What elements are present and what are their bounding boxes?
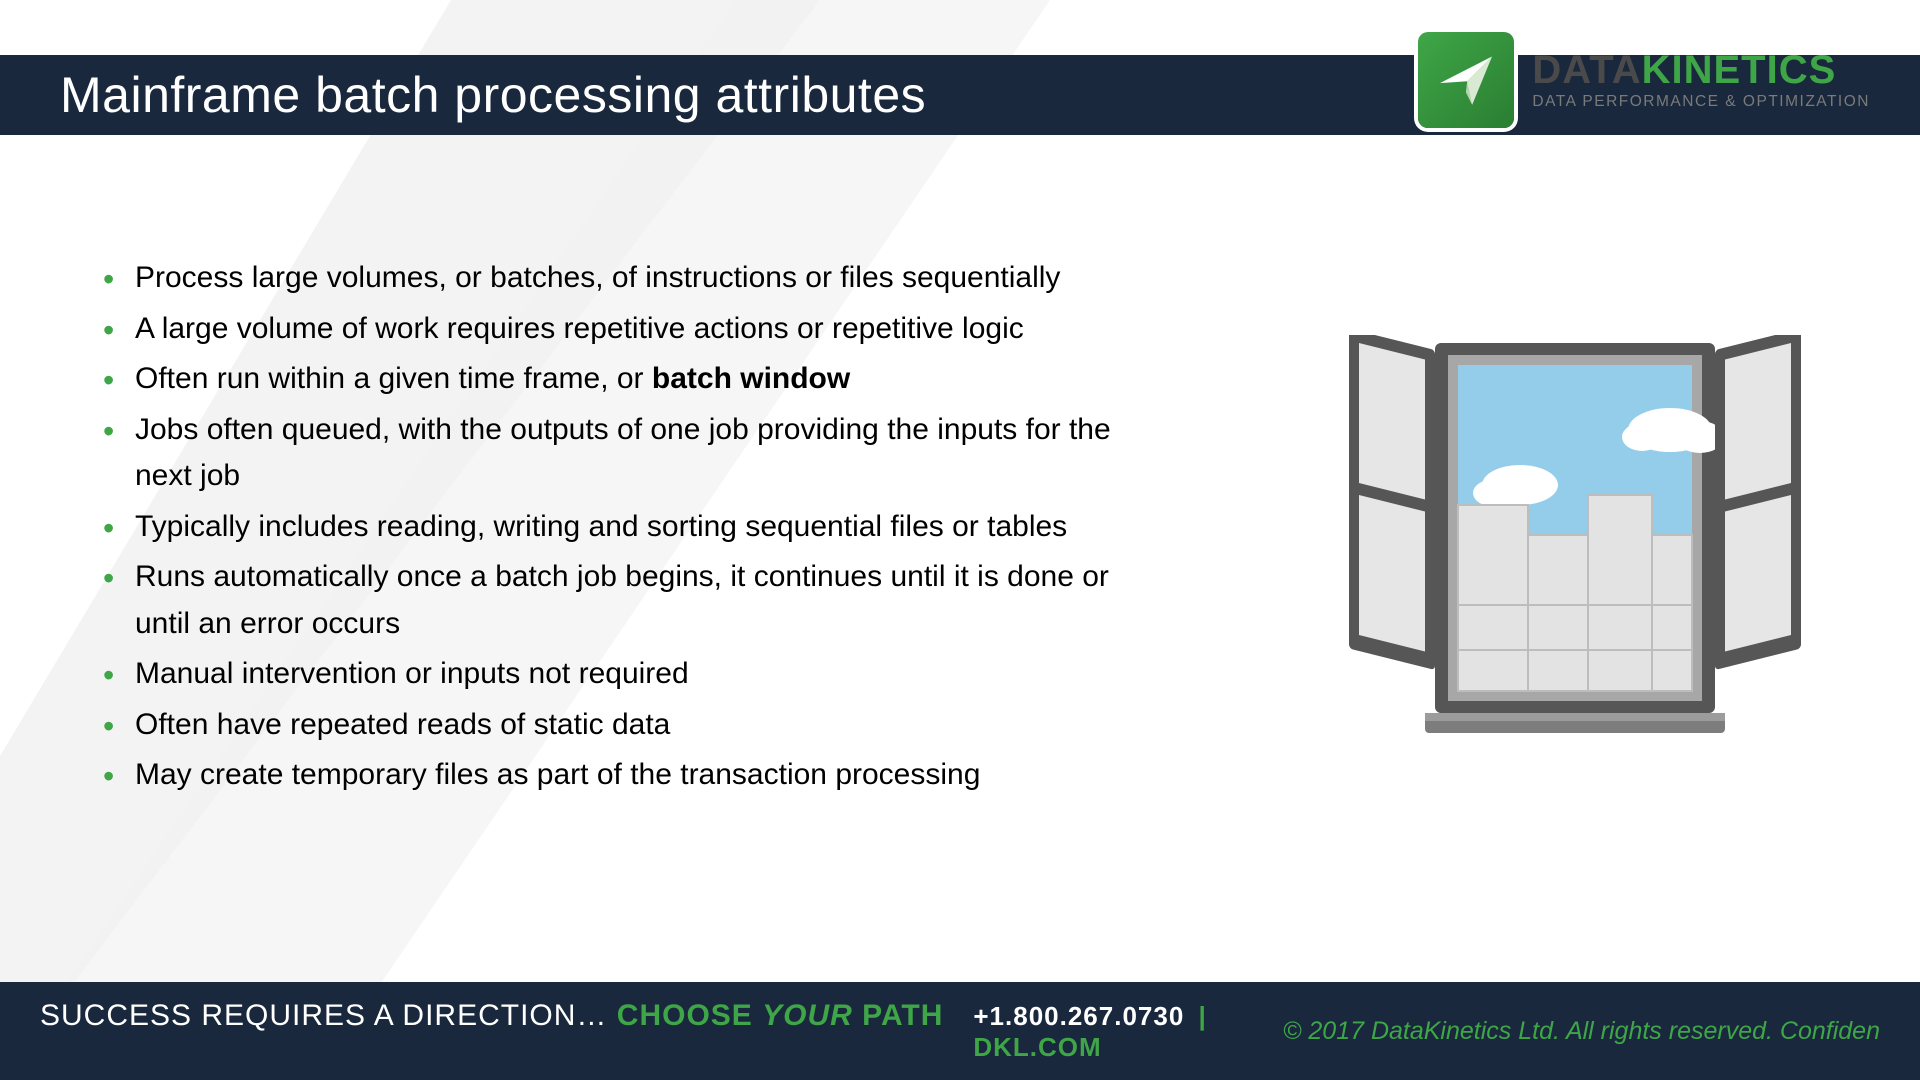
list-item: Process large volumes, or batches, of in…	[95, 255, 1155, 302]
footer-tagline: SUCCESS REQUIRES A DIRECTION… CHOOSE YOU…	[40, 999, 943, 1033]
footer-tag-green-italic: YOUR	[762, 999, 853, 1032]
brand-word-2: KINETICS	[1642, 48, 1837, 92]
brand-tagline: DATA PERFORMANCE & OPTIMIZATION	[1532, 94, 1870, 110]
list-item: Often have repeated reads of static data	[95, 702, 1155, 749]
bullet-text: A large volume of work requires repetiti…	[135, 312, 1024, 345]
list-item: Jobs often queued, with the outputs of o…	[95, 407, 1155, 500]
footer-site: DKL.COM	[973, 1032, 1101, 1062]
list-item: Runs automatically once a batch job begi…	[95, 554, 1155, 647]
bullet-list: Process large volumes, or batches, of in…	[95, 255, 1155, 803]
brand-logo: DATAKINETICS DATA PERFORMANCE & OPTIMIZA…	[1418, 32, 1870, 128]
footer-tag-green-2: PATH	[853, 999, 944, 1032]
slide: Mainframe batch processing attributes DA…	[0, 0, 1920, 1080]
brand-word-1: DATA	[1532, 48, 1641, 92]
page-title: Mainframe batch processing attributes	[0, 66, 926, 124]
list-item: May create temporary files as part of th…	[95, 752, 1155, 799]
list-item: Often run within a given time frame, or …	[95, 356, 1155, 403]
bullet-text: Manual intervention or inputs not requir…	[135, 657, 689, 690]
bullet-text: May create temporary files as part of th…	[135, 758, 980, 791]
bullet-text: Often have repeated reads of static data	[135, 708, 670, 741]
bullet-text: Runs automatically once a batch job begi…	[135, 560, 1109, 640]
footer-separator: |	[1193, 1001, 1213, 1031]
paper-plane-icon	[1418, 32, 1514, 128]
bullet-bold: batch window	[652, 362, 850, 395]
window-illustration	[1330, 335, 1820, 765]
bullet-text: Typically includes reading, writing and …	[135, 510, 1067, 543]
list-item: Manual intervention or inputs not requir…	[95, 651, 1155, 698]
bullet-text: Often run within a given time frame, or	[135, 362, 652, 395]
footer-contact: +1.800.267.0730 | DKL.COM	[973, 1001, 1283, 1063]
list-item: Typically includes reading, writing and …	[95, 504, 1155, 551]
footer-copyright: © 2017 DataKinetics Ltd. All rights rese…	[1283, 1017, 1880, 1046]
bullet-text: Process large volumes, or batches, of in…	[135, 261, 1060, 294]
footer-bar: SUCCESS REQUIRES A DIRECTION… CHOOSE YOU…	[0, 982, 1920, 1080]
brand-text: DATAKINETICS DATA PERFORMANCE & OPTIMIZA…	[1532, 50, 1870, 110]
footer-tag-white: SUCCESS REQUIRES A DIRECTION…	[40, 999, 617, 1032]
bullet-text: Jobs often queued, with the outputs of o…	[135, 413, 1111, 493]
list-item: A large volume of work requires repetiti…	[95, 306, 1155, 353]
footer-phone: +1.800.267.0730	[973, 1001, 1184, 1031]
footer-tag-green-1: CHOOSE	[617, 999, 762, 1032]
